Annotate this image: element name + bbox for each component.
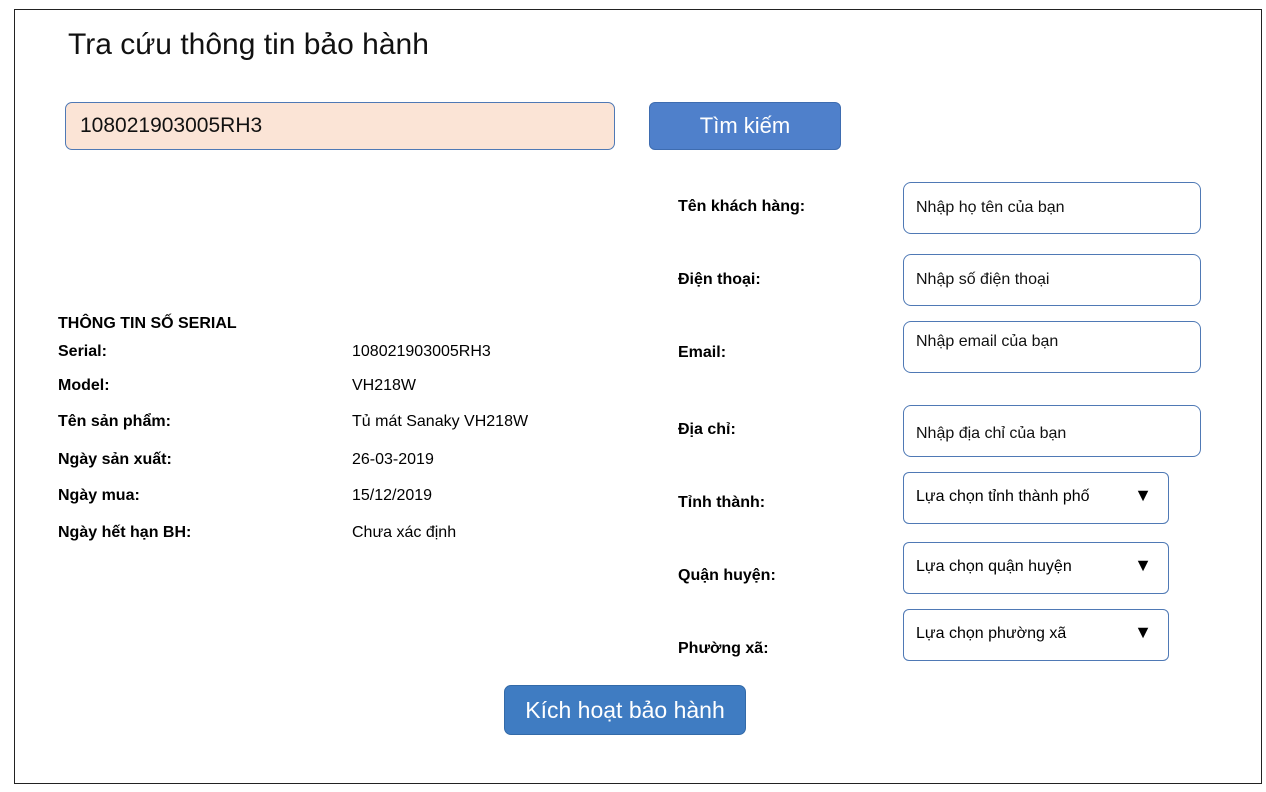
info-label: Tên sản phẩm: bbox=[58, 413, 171, 430]
ward-label: Phường xã: bbox=[678, 640, 769, 657]
chevron-down-icon: ▼ bbox=[1134, 622, 1152, 642]
info-label: Ngày sản xuất: bbox=[58, 451, 172, 468]
district-select[interactable]: Lựa chọn quận huyện ▼ bbox=[903, 542, 1169, 594]
serial-search-input[interactable] bbox=[65, 102, 615, 150]
info-value: VH218W bbox=[352, 377, 417, 394]
info-label: Model: bbox=[58, 377, 110, 394]
phone-field[interactable] bbox=[903, 254, 1201, 306]
district-label: Quận huyện: bbox=[678, 567, 776, 584]
email-label: Email: bbox=[678, 344, 727, 361]
phone-label: Điện thoại: bbox=[678, 271, 761, 288]
email-field[interactable] bbox=[903, 321, 1201, 373]
info-value: 26-03-2019 bbox=[352, 451, 434, 468]
page-title: Tra cứu thông tin bảo hành bbox=[68, 28, 429, 61]
info-label: Ngày mua: bbox=[58, 487, 140, 504]
address-label: Địa chỉ: bbox=[678, 421, 736, 438]
info-value: Tủ mát Sanaky VH218W bbox=[352, 413, 529, 430]
province-select[interactable]: Lựa chọn tỉnh thành phố ▼ bbox=[903, 472, 1169, 524]
province-selected-value: Lựa chọn tỉnh thành phố bbox=[916, 488, 1090, 505]
customer-name-label: Tên khách hàng: bbox=[678, 198, 806, 215]
info-label: Serial: bbox=[58, 343, 107, 360]
info-label: Ngày hết hạn BH: bbox=[58, 524, 192, 541]
chevron-down-icon: ▼ bbox=[1134, 485, 1152, 505]
province-label: Tỉnh thành: bbox=[678, 494, 766, 511]
chevron-down-icon: ▼ bbox=[1134, 555, 1152, 575]
info-value: 15/12/2019 bbox=[352, 487, 433, 504]
activate-warranty-button[interactable]: Kích hoạt bảo hành bbox=[504, 685, 746, 735]
search-button[interactable]: Tìm kiếm bbox=[649, 102, 841, 150]
info-value: Chưa xác định bbox=[352, 524, 457, 541]
info-value: 108021903005RH3 bbox=[352, 343, 491, 360]
serial-info-heading: THÔNG TIN SỐ SERIAL bbox=[58, 315, 237, 332]
district-selected-value: Lựa chọn quận huyện bbox=[916, 558, 1072, 575]
address-field[interactable] bbox=[903, 405, 1201, 457]
ward-selected-value: Lựa chọn phường xã bbox=[916, 625, 1067, 642]
ward-select[interactable]: Lựa chọn phường xã ▼ bbox=[903, 609, 1169, 661]
customer-name-field[interactable] bbox=[903, 182, 1201, 234]
